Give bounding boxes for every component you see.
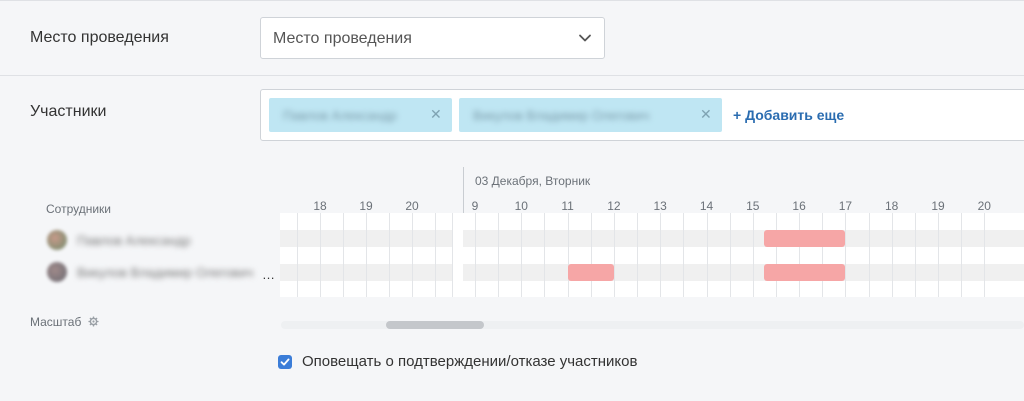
venue-label: Место проведения (30, 29, 169, 46)
hour-gridline (389, 213, 390, 297)
hour-gridline (845, 213, 847, 297)
participant-tag-name: Викулов Владимир Олегович (473, 108, 650, 123)
hour-gridline (343, 213, 344, 297)
hour-gridline (475, 213, 476, 297)
hour-gridline (590, 213, 592, 297)
top-divider (0, 0, 1024, 1)
hour-gridline (544, 213, 546, 297)
hour-gridline (891, 213, 893, 297)
hour-gridline (822, 213, 824, 297)
busy-slot[interactable] (764, 230, 846, 247)
hour-gridline (366, 213, 367, 297)
hour-gridline (799, 213, 801, 297)
scrollbar-thumb[interactable] (386, 321, 484, 329)
venue-select[interactable]: Место проведения (260, 17, 605, 59)
hour-gridline (521, 213, 523, 297)
notify-checkbox[interactable] (278, 355, 292, 369)
participant-tag-name: Павлов Александр (283, 108, 397, 123)
gear-icon[interactable] (88, 316, 99, 330)
hour-gridline (435, 213, 436, 297)
hour-gridline (567, 213, 569, 297)
hour-label: 18 (313, 199, 327, 213)
hour-gridline (613, 213, 615, 297)
hour-label: 15 (746, 199, 760, 213)
hour-gridline (984, 213, 986, 297)
participant-tag: Викулов Владимир Олегович ✕ (459, 98, 722, 132)
hour-gridline (683, 213, 685, 297)
hour-label: 19 (931, 199, 945, 213)
hour-gridline (706, 213, 708, 297)
hour-label: 17 (838, 199, 853, 213)
hour-label: 14 (699, 199, 714, 213)
hour-label: 9 (471, 199, 479, 213)
busy-slot[interactable] (764, 264, 846, 281)
hour-label: 20 (405, 199, 419, 213)
employee-name: Павлов Александр (77, 233, 191, 248)
hour-gridline (752, 213, 754, 297)
hour-gridline (775, 213, 777, 297)
name-truncation: … (262, 267, 275, 282)
chevron-down-icon (578, 31, 592, 50)
hour-gridline (961, 213, 963, 297)
hour-gridline (320, 213, 321, 297)
hour-label: 18 (885, 199, 899, 213)
hour-label: 12 (607, 199, 621, 213)
hour-gridline (729, 213, 731, 297)
hour-gridline (868, 213, 870, 297)
hour-gridline (498, 213, 500, 297)
availability-row (280, 264, 1024, 281)
scale-label[interactable]: Масштаб (30, 315, 99, 330)
venue-select-value: Место проведения (273, 30, 412, 47)
employee-name: Викулов Владимир Олегович (77, 265, 254, 280)
hour-label: 11 (561, 199, 574, 213)
notify-label: Оповещать о подтверждении/отказе участни… (302, 353, 638, 370)
hour-label: 19 (359, 199, 373, 213)
hour-label: 20 (977, 199, 991, 213)
hour-label: 16 (792, 199, 806, 213)
availability-grid (280, 213, 1024, 297)
date-label: 03 Декабря, Вторник (475, 174, 591, 188)
participant-tag: Павлов Александр ✕ (269, 98, 452, 132)
remove-tag-icon[interactable]: ✕ (700, 106, 712, 123)
busy-slot[interactable] (567, 264, 614, 281)
hour-gridline (914, 213, 916, 297)
employees-label: Сотрудники (46, 202, 111, 216)
add-more-link[interactable]: + Добавить еще (733, 107, 844, 123)
remove-tag-icon[interactable]: ✕ (430, 106, 442, 123)
hour-gridline (637, 213, 639, 297)
hour-gridline (938, 213, 939, 297)
hour-label: 10 (514, 199, 528, 213)
participants-input[interactable]: Павлов Александр ✕ Викулов Владимир Олег… (260, 89, 1024, 141)
hour-gridline (660, 213, 662, 297)
hour-gridline (297, 213, 298, 297)
availability-row (280, 230, 1024, 247)
avatar (47, 230, 67, 250)
hour-label: 13 (653, 199, 667, 213)
hour-gridline (412, 213, 413, 297)
divider (0, 75, 1024, 76)
avatar (47, 262, 67, 282)
participants-label: Участники (30, 103, 107, 120)
hour-gridline (451, 213, 453, 297)
day-gap (452, 213, 463, 297)
